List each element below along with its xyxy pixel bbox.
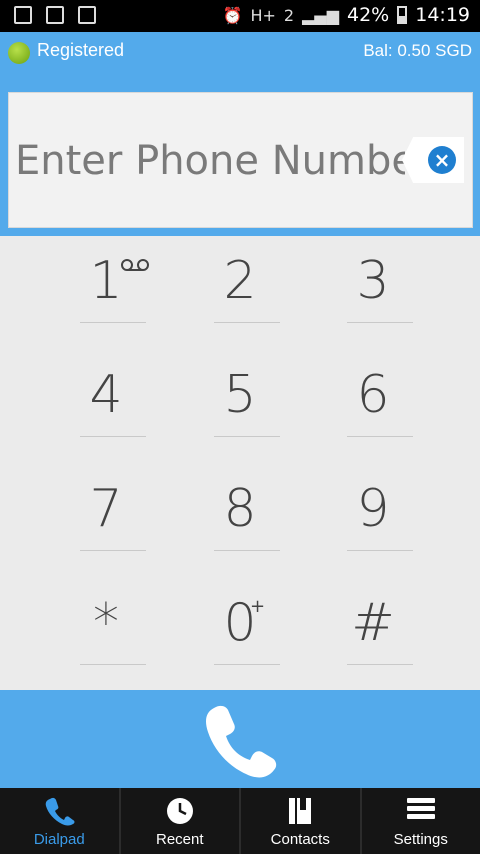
key-digit: * — [93, 593, 119, 653]
notification-icons — [14, 6, 96, 24]
key-5[interactable]: 5 — [174, 350, 306, 460]
key-underline — [347, 550, 413, 551]
key-3[interactable]: 3 — [307, 236, 439, 346]
key-underline — [214, 436, 280, 437]
key-digit: 6 — [356, 365, 390, 425]
registration-status: Registered — [37, 40, 125, 60]
key-digit: 0 — [223, 593, 257, 653]
signal-icon: ▂▄▆ — [302, 5, 339, 25]
key-digit: 8 — [223, 479, 257, 539]
key-underline — [347, 322, 413, 323]
menu-bars-icon — [406, 798, 435, 819]
plus-superscript: + — [250, 596, 266, 617]
tab-label: Contacts — [270, 831, 330, 848]
number-input-box: × — [8, 92, 473, 228]
phone-number-input[interactable] — [15, 133, 405, 189]
key-digit: 4 — [89, 365, 123, 425]
key-digit: 5 — [223, 365, 257, 425]
key-1[interactable]: 1 — [40, 236, 172, 346]
dialpad-keypad: 1 2 3 4 5 6 7 8 9 * 0 + # — [0, 236, 480, 690]
key-underline — [347, 436, 413, 437]
key-underline — [347, 664, 413, 665]
gallery-notification-icon — [46, 6, 64, 24]
key-underline — [214, 550, 280, 551]
voicemail-icon — [121, 259, 149, 271]
key-underline — [80, 436, 146, 437]
photo-notification-icon — [14, 6, 32, 24]
key-4[interactable]: 4 — [40, 350, 172, 460]
tab-settings[interactable]: Settings — [362, 788, 480, 854]
key-hash[interactable]: # — [307, 578, 439, 688]
call-phone-icon — [206, 705, 277, 778]
clock-time: 14:19 — [415, 4, 470, 26]
tab-recent[interactable]: Recent — [121, 788, 241, 854]
tab-contacts[interactable]: Contacts — [241, 788, 362, 854]
key-underline — [214, 322, 280, 323]
key-digit: # — [351, 593, 395, 653]
network-type-icon: H+ — [250, 5, 276, 25]
alarm-icon: ⏰ — [222, 5, 243, 25]
tab-label: Recent — [155, 831, 204, 848]
status-bar: ⏰ H+ 2 ▂▄▆ 42% 14:19 — [0, 0, 480, 32]
key-9[interactable]: 9 — [307, 464, 439, 574]
key-underline — [80, 322, 146, 323]
key-7[interactable]: 7 — [40, 464, 172, 574]
key-underline — [214, 664, 280, 665]
key-digit: 1 — [89, 251, 123, 311]
call-bar — [0, 690, 480, 788]
balance-label: Bal: 0.50 SGD — [363, 41, 472, 60]
tab-label: Settings — [393, 831, 448, 848]
key-2[interactable]: 2 — [174, 236, 306, 346]
mail-notification-icon — [78, 6, 96, 24]
sim-icon: 2 — [283, 5, 295, 25]
battery-percent: 42% — [347, 4, 390, 26]
key-digit: 3 — [356, 251, 390, 311]
registration-status-icon — [8, 42, 30, 64]
bottom-navigation: Dialpad Recent Contacts Settings — [0, 788, 480, 854]
tab-label: Dialpad — [33, 831, 85, 848]
key-8[interactable]: 8 — [174, 464, 306, 574]
tab-dialpad[interactable]: Dialpad — [0, 788, 121, 854]
key-underline — [80, 550, 146, 551]
key-6[interactable]: 6 — [307, 350, 439, 460]
call-button[interactable] — [200, 698, 280, 780]
status-icons: ⏰ H+ 2 ▂▄▆ 42% 14:19 — [223, 4, 470, 26]
contacts-book-icon — [289, 798, 312, 824]
app-header: Registered Bal: 0.50 SGD — [0, 32, 480, 72]
key-underline — [80, 664, 146, 665]
phone-icon — [45, 797, 75, 826]
backspace-button[interactable]: × — [402, 137, 464, 183]
key-digit: 7 — [89, 479, 123, 539]
key-digit: 9 — [356, 479, 390, 539]
number-input-area: × — [0, 72, 480, 236]
key-0[interactable]: 0 + — [174, 578, 306, 688]
key-digit: 2 — [223, 251, 257, 311]
clear-x-icon: × — [428, 146, 456, 174]
key-star[interactable]: * — [40, 578, 172, 688]
battery-icon — [397, 6, 408, 24]
clock-icon — [166, 798, 193, 824]
